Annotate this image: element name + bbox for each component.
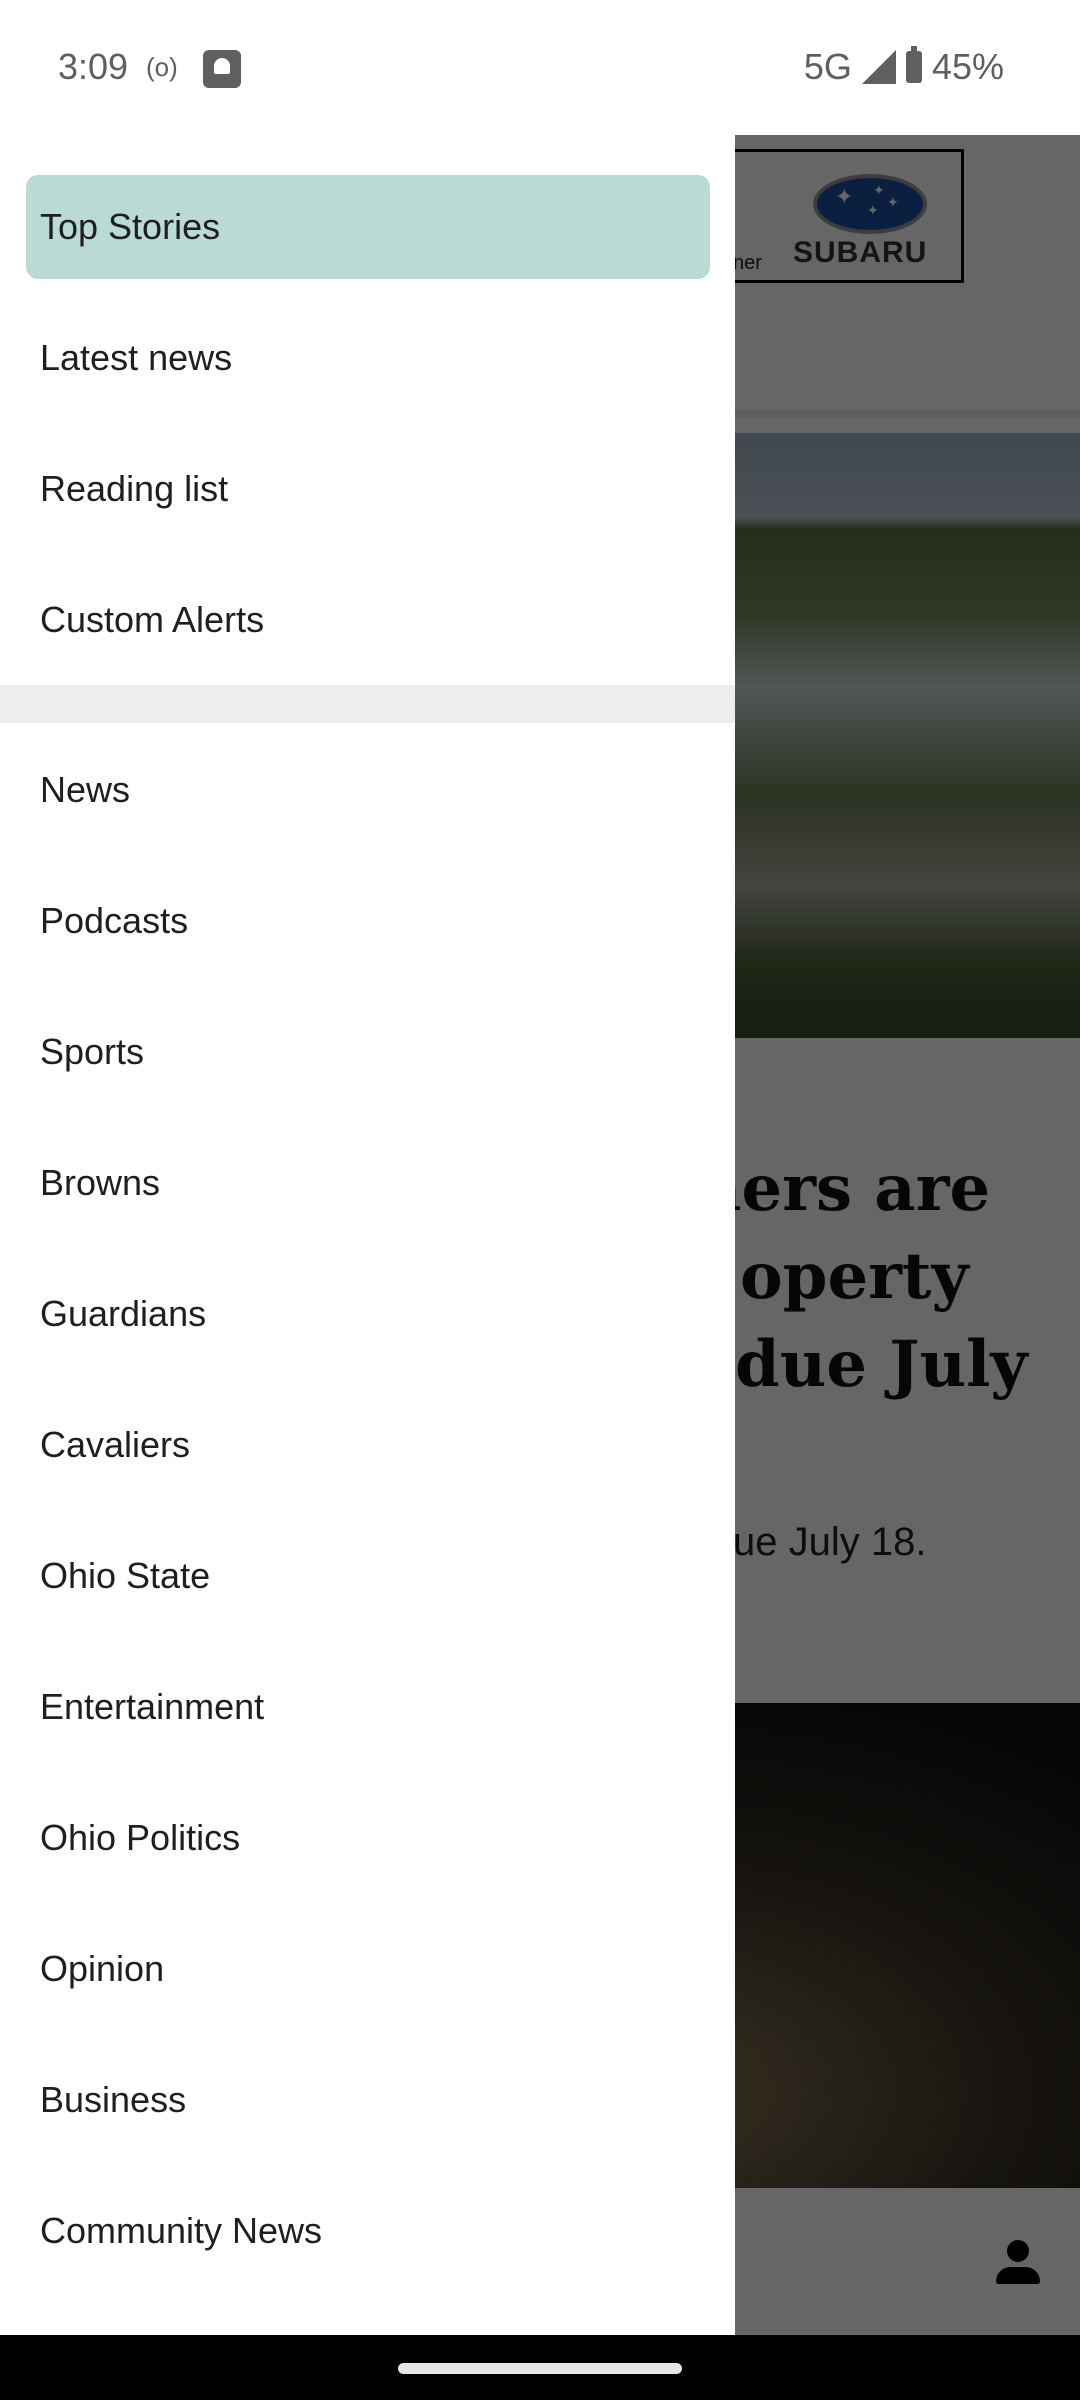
battery-icon xyxy=(905,46,922,83)
home-gesture-handle[interactable] xyxy=(398,2363,682,2374)
nav-item-browns[interactable]: Browns xyxy=(26,1131,710,1235)
nav-item-news[interactable]: News xyxy=(26,738,710,842)
status-bar: 3:09 (o) 5G 45% xyxy=(0,0,1080,135)
battery-percent: 45% xyxy=(931,46,1004,87)
nav-item-latest-news[interactable]: Latest news xyxy=(26,306,710,410)
section-divider xyxy=(0,685,735,723)
nav-item-guardians[interactable]: Guardians xyxy=(26,1262,710,1366)
status-time: 3:09 xyxy=(58,46,129,87)
system-navigation-bar xyxy=(0,2335,1080,2400)
nav-item-community-news[interactable]: Community News xyxy=(26,2179,710,2283)
nav-item-custom-alerts[interactable]: Custom Alerts xyxy=(26,568,710,672)
network-type: 5G xyxy=(803,46,852,87)
nav-item-ohio-state[interactable]: Ohio State xyxy=(26,1524,710,1628)
status-right: 5G 45% xyxy=(804,46,1004,88)
nav-item-opinion[interactable]: Opinion xyxy=(26,1917,710,2021)
app-notification-icon xyxy=(203,50,241,88)
hotspot-icon: (o) xyxy=(146,52,178,82)
nav-item-top-stories[interactable]: Top Stories xyxy=(26,175,710,279)
nav-item-reading-list[interactable]: Reading list xyxy=(26,437,710,541)
nav-item-cavaliers[interactable]: Cavaliers xyxy=(26,1393,710,1497)
nav-item-business[interactable]: Business xyxy=(26,2048,710,2152)
navigation-drawer: Top Stories Latest news Reading list Cus… xyxy=(0,135,735,2335)
nav-item-sports[interactable]: Sports xyxy=(26,1000,710,1104)
nav-item-entertainment[interactable]: Entertainment xyxy=(26,1655,710,1759)
nav-item-ohio-politics[interactable]: Ohio Politics xyxy=(26,1786,710,1890)
signal-icon xyxy=(861,50,896,84)
nav-item-podcasts[interactable]: Podcasts xyxy=(26,869,710,973)
